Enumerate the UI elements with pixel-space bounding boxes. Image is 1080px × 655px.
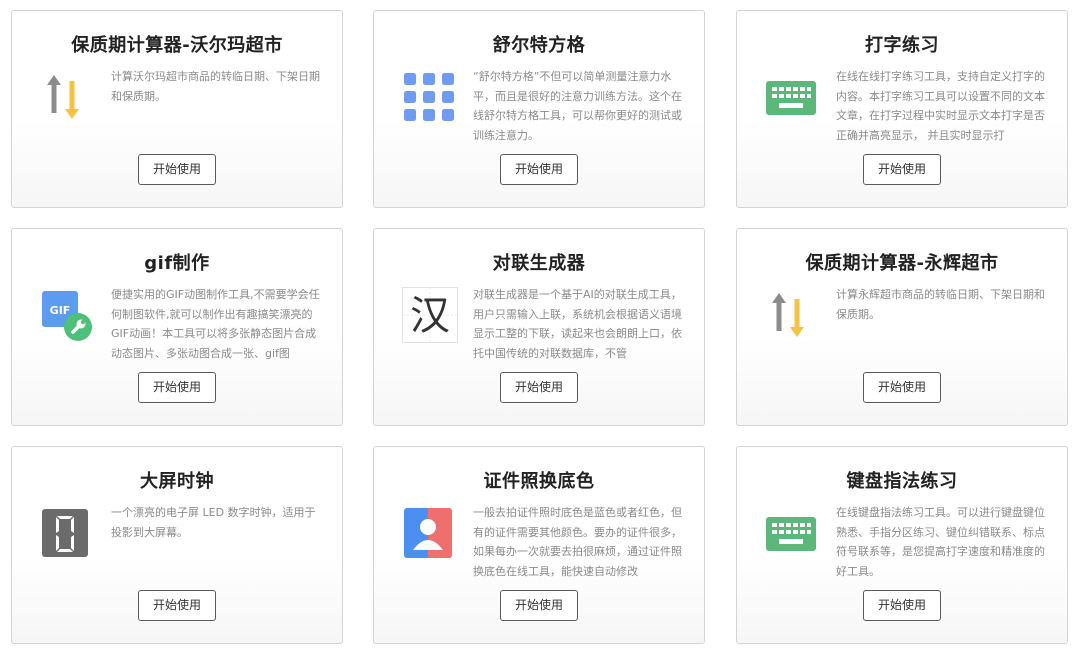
keyboard-icon (765, 69, 821, 125)
tool-grid: 保质期计算器-沃尔玛超市 计算沃尔玛超市商品的转临日期、下架日期和保质期。 开始… (0, 0, 1080, 655)
card-description: 计算永辉超市商品的转临日期、下架日期和保质期。 (836, 288, 1045, 321)
start-button[interactable]: 开始使用 (863, 590, 941, 621)
card-title: 保质期计算器-沃尔玛超市 (71, 35, 283, 56)
gif-wrench-icon: GIF (40, 287, 96, 343)
card-description: “舒尔特方格”不但可以简单测量注意力水平，而且是很好的注意力训练方法。这个在线舒… (473, 70, 682, 142)
tool-card-walmart-shelf-life: 保质期计算器-沃尔玛超市 计算沃尔玛超市商品的转临日期、下架日期和保质期。 开始… (11, 10, 343, 208)
card-description: 在线键盘指法练习工具。可以进行键盘键位熟悉、手指分区练习、键位纠错联系、标点符号… (836, 506, 1045, 578)
start-button[interactable]: 开始使用 (500, 590, 578, 621)
tool-card-gif-maker: gif制作 GIF 便捷实用的GIF动图制作工具,不需要学会任何制图软件,就可以… (11, 228, 343, 426)
chinese-character-glyph: 汉 (410, 293, 450, 339)
card-title: 键盘指法练习 (846, 471, 958, 492)
card-title: 对联生成器 (492, 253, 586, 274)
grid-icon (402, 69, 458, 125)
card-description: 计算沃尔玛超市商品的转临日期、下架日期和保质期。 (111, 70, 320, 103)
start-button[interactable]: 开始使用 (138, 372, 216, 403)
tool-card-keyboard-fingering: 键盘指法练习 在线键盘指法练习工具。可以进行键盘键位熟悉、手指分区练习、键位纠错… (736, 446, 1068, 644)
card-title: 舒尔特方格 (492, 35, 586, 56)
start-button[interactable]: 开始使用 (863, 154, 941, 185)
up-down-arrows-icon (765, 287, 821, 343)
card-description: 便捷实用的GIF动图制作工具,不需要学会任何制图软件,就可以制作出有趣搞笑漂亮的… (111, 288, 320, 360)
tool-card-schulte-grid: 舒尔特方格 “舒尔特方格”不但可以简单测量注意力水平，而且是很好的注意力训练方法… (373, 10, 705, 208)
start-button[interactable]: 开始使用 (138, 154, 216, 185)
start-button[interactable]: 开始使用 (500, 372, 578, 403)
start-button[interactable]: 开始使用 (863, 372, 941, 403)
tool-card-yonghui-shelf-life: 保质期计算器-永辉超市 计算永辉超市商品的转临日期、下架日期和保质期。 开始使用 (736, 228, 1068, 426)
svg-text:GIF: GIF (50, 304, 71, 317)
up-down-arrows-icon (40, 69, 96, 125)
keyboard-icon (765, 505, 821, 561)
start-button[interactable]: 开始使用 (500, 154, 578, 185)
card-description: 对联生成器是一个基于AI的对联生成工具，用户只需输入上联，系统机会根据语义语境显… (473, 288, 682, 360)
tool-card-big-screen-clock: 大屏时钟 一个漂亮的电子屏 LED 数字时钟，适用于投影到大屏幕。 开始使用 (11, 446, 343, 644)
tool-card-typing-practice: 打字练习 在线在线打字练习工具，支持自定义打字的内容。本打字练习工具可以设置不同… (736, 10, 1068, 208)
id-photo-icon (402, 505, 458, 561)
card-description: 一般去拍证件照时底色是蓝色或者红色，但有的证件需要其他颜色。要办的证件很多，如果… (473, 506, 682, 578)
tool-card-id-photo-background: 证件照换底色 一般去拍证件照时底色是蓝色或者红色，但有的证件需要其他颜色。要办的… (373, 446, 705, 644)
card-title: 大屏时钟 (140, 471, 214, 492)
tool-card-couplet-generator: 对联生成器 汉 对联生成器是一个基于AI的对联生成工具，用户只需输入上联，系统机… (373, 228, 705, 426)
led-digit-icon (40, 505, 96, 561)
chinese-character-icon: 汉 (402, 287, 458, 343)
card-title: gif制作 (144, 253, 210, 274)
card-title: 保质期计算器-永辉超市 (805, 253, 999, 274)
card-description: 在线在线打字练习工具，支持自定义打字的内容。本打字练习工具可以设置不同的文本文章… (836, 70, 1045, 142)
start-button[interactable]: 开始使用 (138, 590, 216, 621)
card-description: 一个漂亮的电子屏 LED 数字时钟，适用于投影到大屏幕。 (111, 506, 316, 539)
card-title: 证件照换底色 (483, 471, 595, 492)
card-title: 打字练习 (865, 35, 939, 56)
